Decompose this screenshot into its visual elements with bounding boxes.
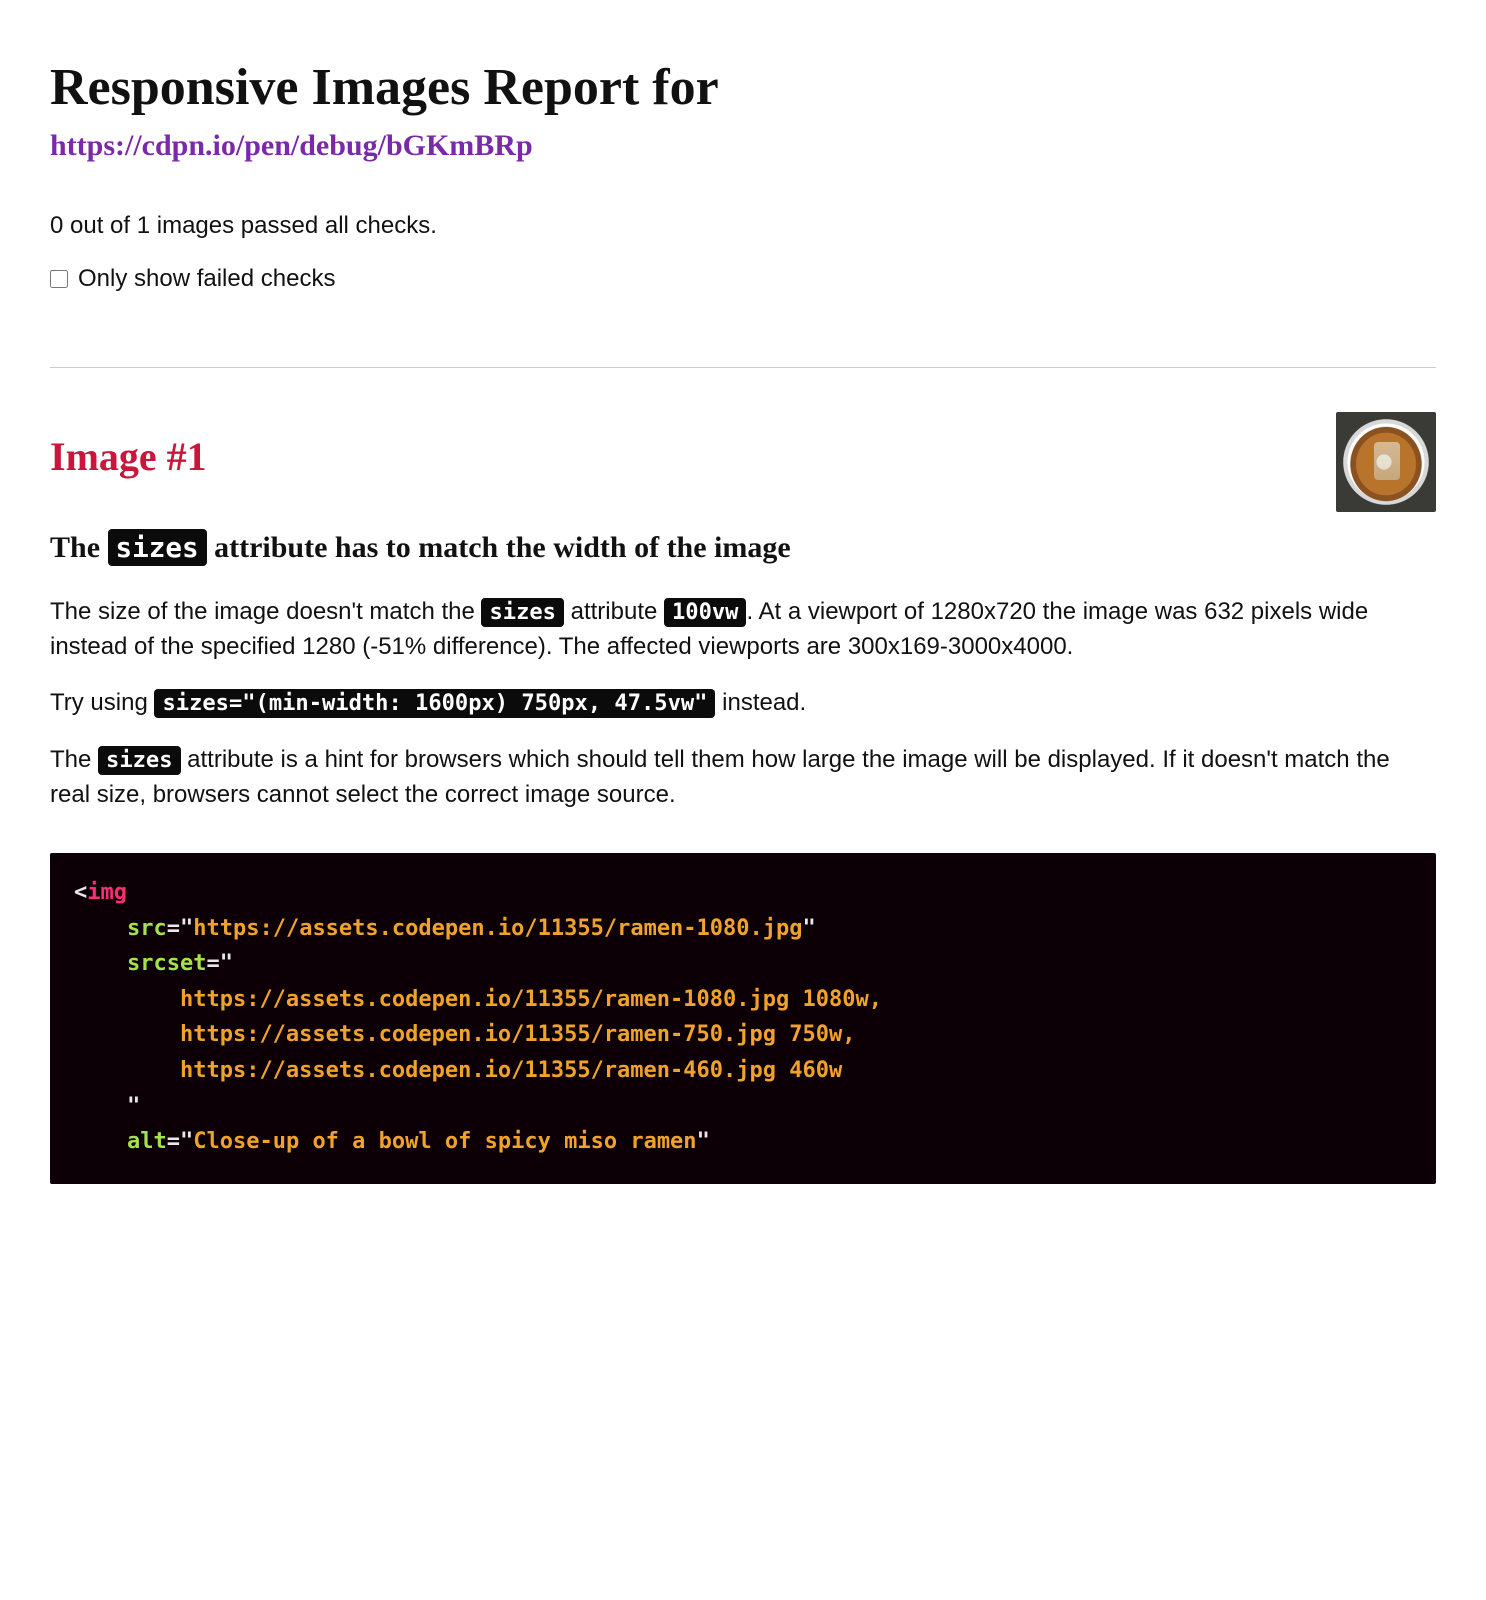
rule-title: The sizes attribute has to match the wid… (50, 528, 1436, 567)
p2b: instead. (715, 689, 806, 716)
p2a: Try using (50, 689, 154, 716)
p1-code-value: 100vw (664, 598, 746, 627)
rule-paragraph-1: The size of the image doesn't match the … (50, 595, 1436, 665)
only-failed-label: Only show failed checks (78, 262, 335, 297)
divider (50, 367, 1436, 368)
p3-code-sizes: sizes (98, 746, 180, 775)
rule-title-pre: The (50, 531, 108, 564)
summary-text: 0 out of 1 images passed all checks. (50, 209, 1436, 244)
image-heading: Image #1 (50, 428, 1436, 486)
rule-title-code: sizes (108, 529, 207, 566)
code-block: <img src="https://assets.codepen.io/1135… (50, 853, 1436, 1184)
rule-paragraph-3: The sizes attribute is a hint for browse… (50, 743, 1436, 813)
p2-code-suggestion: sizes="(min-width: 1600px) 750px, 47.5vw… (154, 689, 715, 718)
image-thumbnail (1336, 412, 1436, 512)
page-title: Responsive Images Report for (50, 58, 1436, 118)
report-url-link[interactable]: https://cdpn.io/pen/debug/bGKmBRp (50, 124, 1436, 168)
only-failed-checkbox[interactable] (50, 270, 68, 288)
p3b: attribute is a hint for browsers which s… (50, 746, 1390, 808)
p3a: The (50, 746, 98, 773)
rule-title-post: attribute has to match the width of the … (207, 531, 791, 564)
p1a: The size of the image doesn't match the (50, 598, 481, 625)
p1-code-sizes: sizes (481, 598, 563, 627)
rule-paragraph-2: Try using sizes="(min-width: 1600px) 750… (50, 686, 1436, 721)
image-section-1: Image #1 The sizes attribute has to matc… (50, 428, 1436, 1184)
filter-row: Only show failed checks (50, 262, 1436, 297)
p1b: attribute (564, 598, 664, 625)
